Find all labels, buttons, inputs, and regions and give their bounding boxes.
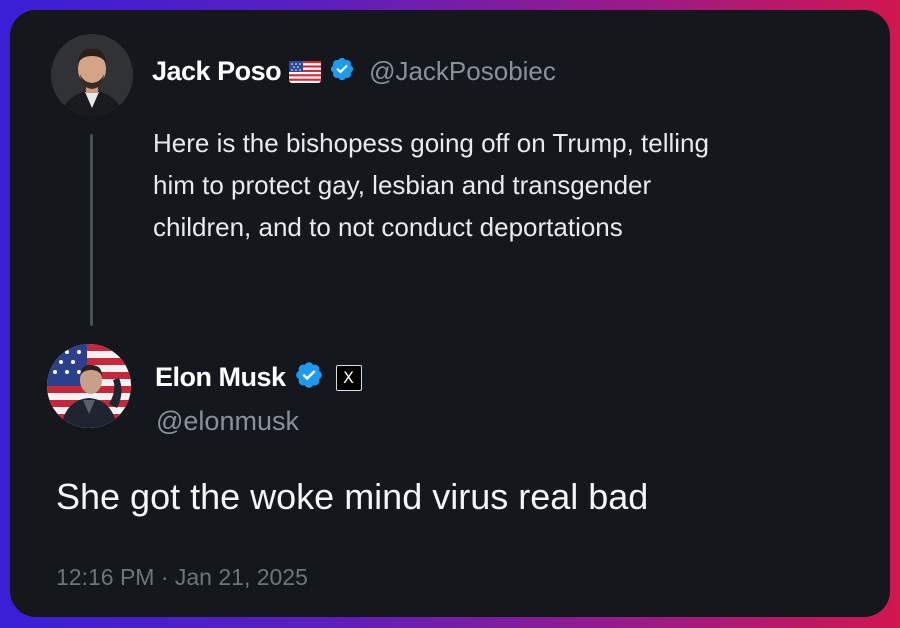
person-photo-icon [47, 344, 131, 428]
person-photo-icon [51, 34, 133, 116]
reply-author-name[interactable]: Elon Musk [155, 362, 286, 393]
thread-connector-line [90, 134, 93, 326]
verified-badge-icon [329, 56, 355, 87]
us-flag-icon [289, 60, 322, 83]
reply-author-row: Elon Musk X [155, 360, 362, 395]
reply-tweet-text: She got the woke mind virus real bad [56, 476, 649, 517]
quoted-author-handle[interactable]: @JackPosobiec [369, 56, 556, 87]
reply-author-handle[interactable]: @elonmusk [156, 406, 299, 437]
quoted-author-name[interactable]: Jack Poso [152, 56, 282, 87]
x-affiliate-badge-icon[interactable]: X [335, 364, 362, 391]
quoted-author-row: Jack Poso @JackPosobiec [152, 56, 556, 87]
avatar-jack-poso[interactable] [51, 34, 133, 116]
avatar-elon-musk[interactable] [47, 344, 131, 428]
quoted-tweet-text: Here is the bishopess going off on Trump… [153, 128, 709, 242]
tweet-card: Jack Poso @JackPosobiec Here is the bish… [10, 10, 890, 617]
verified-badge-icon [294, 360, 324, 395]
tweet-timestamp[interactable]: 12:16 PM · Jan 21, 2025 [56, 564, 308, 591]
